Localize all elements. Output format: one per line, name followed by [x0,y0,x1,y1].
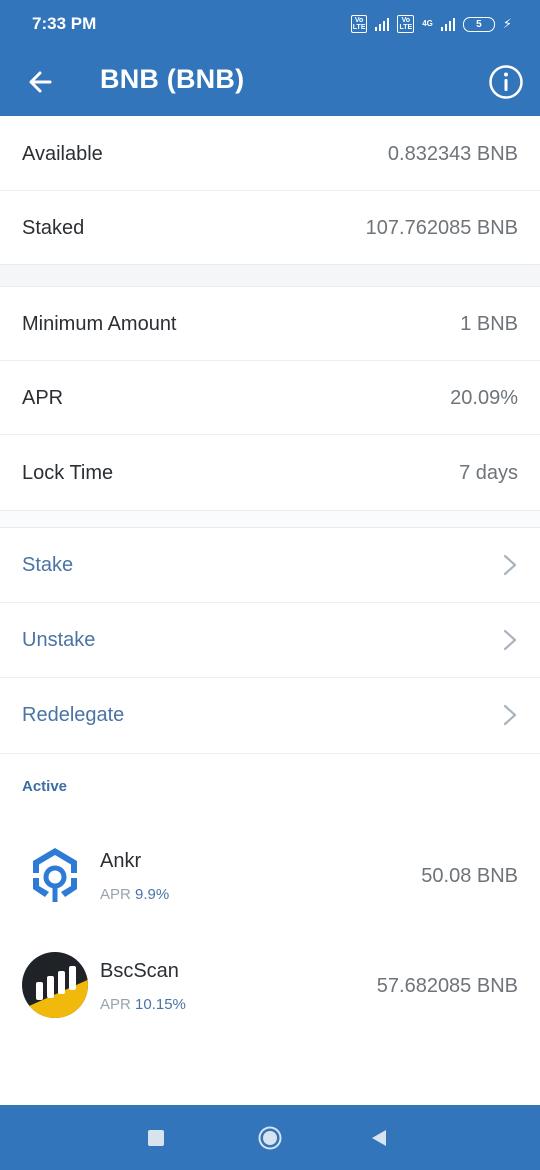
validator-apr: APR 9.9% [100,886,169,903]
redelegate-label: Redelegate [22,704,125,726]
bscscan-logo-icon [22,952,88,1018]
staked-value: 107.762085 BNB [365,217,518,239]
minimum-amount-label: Minimum Amount [22,313,177,335]
validator-amount: 50.08 BNB [421,865,518,887]
system-nav-bar [0,1105,540,1170]
volte-icon-2: Vo LTE [397,15,415,33]
info-circle-icon[interactable] [488,64,524,100]
recent-apps-icon[interactable] [148,1130,164,1146]
minimum-amount-row: Minimum Amount 1 BNB [0,287,540,361]
unstake-label: Unstake [22,629,96,651]
status-bar: 7:33 PM Vo LTE Vo LTE 4G 5 ⚡ [0,0,540,48]
validator-apr-value: 9.9% [135,886,170,903]
page-title: BNB (BNB) [100,64,245,94]
section-divider [0,264,540,287]
validator-apr-value: 10.15% [135,996,186,1013]
stake-action[interactable]: Stake [0,528,540,603]
validator-apr: APR 10.15% [100,996,186,1013]
home-icon[interactable] [258,1126,282,1150]
minimum-amount-value: 1 BNB [460,313,518,335]
chevron-right-icon [503,704,517,726]
apr-value: 20.09% [450,387,518,409]
staked-row: Staked 107.762085 BNB [0,191,540,265]
validator-item-bscscan[interactable]: BscScan APR 10.15% 57.682085 BNB [0,936,540,1036]
arrow-left-icon[interactable] [22,62,62,102]
active-section-title: Active [22,778,68,795]
network-type: 4G [422,19,433,28]
chevron-right-icon [503,629,517,651]
validator-amount: 57.682085 BNB [376,975,518,997]
apr-row: APR 20.09% [0,361,540,435]
charging-icon: ⚡ [502,16,512,31]
lock-time-row: Lock Time 7 days [0,436,540,510]
ankr-logo-icon [33,848,77,902]
section-divider-2 [0,510,540,528]
signal-icon [375,17,390,31]
stake-label: Stake [22,554,74,576]
available-value: 0.832343 BNB [387,143,518,165]
validator-apr-label: APR [100,886,131,903]
status-icons: Vo LTE Vo LTE 4G 5 ⚡ [350,15,512,33]
staked-label: Staked [22,217,85,239]
battery-icon: 5 [462,16,495,32]
redelegate-action[interactable]: Redelegate [0,678,540,754]
lock-time-value: 7 days [459,462,518,484]
lock-time-label: Lock Time [22,462,114,484]
available-label: Available [22,143,103,165]
chevron-right-icon [503,554,517,576]
validator-item-ankr[interactable]: Ankr APR 9.9% 50.08 BNB [0,826,540,926]
available-row: Available 0.832343 BNB [0,117,540,191]
status-time: 7:33 PM [32,14,97,33]
validator-name: BscScan [100,960,179,982]
signal-icon-2 [440,17,455,31]
apr-label: APR [22,387,64,409]
validator-name: Ankr [100,850,142,872]
unstake-action[interactable]: Unstake [0,603,540,678]
volte-icon: Vo LTE [350,15,368,33]
app-bar: BNB (BNB) [0,48,540,116]
validator-apr-label: APR [100,996,131,1013]
back-triangle-icon[interactable] [370,1129,388,1147]
